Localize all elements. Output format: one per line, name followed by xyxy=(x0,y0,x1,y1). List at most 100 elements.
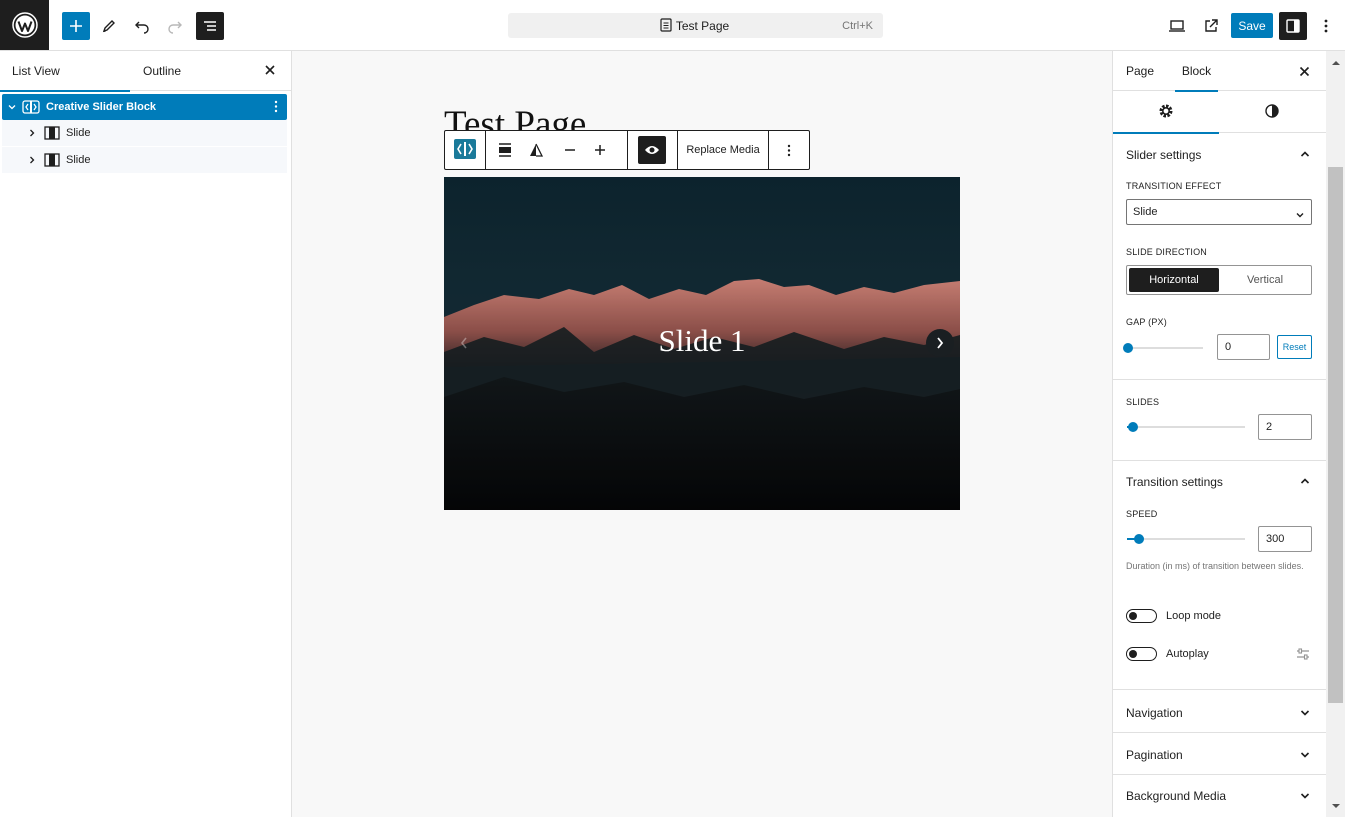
device-preview-icon[interactable] xyxy=(1163,12,1191,40)
chevron-down-icon[interactable] xyxy=(1297,788,1313,804)
options-menu-icon[interactable] xyxy=(1312,12,1340,40)
slide-block-icon xyxy=(44,153,60,170)
close-icon[interactable] xyxy=(264,64,276,79)
scrollbar-thumb[interactable] xyxy=(1328,167,1343,703)
loop-mode-label: Loop mode xyxy=(1166,610,1222,622)
chevron-right-icon[interactable] xyxy=(28,155,36,167)
transition-effect-label: TRANSITION EFFECT xyxy=(1126,181,1222,191)
list-item-slide[interactable]: Slide xyxy=(2,147,287,173)
scroll-down-arrow-icon[interactable] xyxy=(1326,797,1345,814)
transition-effect-select[interactable]: Slide xyxy=(1126,199,1312,225)
chevron-down-icon xyxy=(1296,209,1304,221)
save-button[interactable]: Save xyxy=(1231,13,1273,38)
close-icon[interactable] xyxy=(1299,65,1310,80)
list-item-label: Slide xyxy=(66,127,91,139)
slider-next-arrow-icon[interactable] xyxy=(926,329,954,357)
settings-sidebar: Page Block Slider settings TRANSITION EF… xyxy=(1112,51,1326,817)
block-type-switcher[interactable] xyxy=(445,131,485,169)
transition-settings-heading[interactable]: Transition settings xyxy=(1126,475,1223,489)
tab-page[interactable]: Page xyxy=(1126,51,1154,91)
more-options-icon[interactable] xyxy=(769,131,809,169)
redo-icon[interactable] xyxy=(161,12,189,40)
toggle-knob xyxy=(1129,650,1137,658)
slider-settings-heading[interactable]: Slider settings xyxy=(1126,148,1201,162)
tab-block[interactable]: Block xyxy=(1175,51,1218,92)
chevron-down-icon[interactable] xyxy=(1297,747,1313,763)
speed-range-thumb[interactable] xyxy=(1134,534,1144,544)
remove-slide-icon[interactable] xyxy=(557,131,583,169)
tab-outline[interactable]: Outline xyxy=(130,51,250,91)
autoplay-toggle[interactable] xyxy=(1126,647,1157,661)
gear-icon xyxy=(1158,103,1174,122)
tab-list-view[interactable]: List View xyxy=(0,51,130,92)
eye-icon xyxy=(638,136,666,164)
view-page-external-icon[interactable] xyxy=(1197,12,1225,40)
speed-number-input[interactable]: 300 xyxy=(1258,526,1312,552)
slider-block-icon xyxy=(453,138,477,163)
block-options-icon[interactable] xyxy=(274,100,278,116)
chevron-down-icon[interactable] xyxy=(8,102,16,114)
preview-eye-icon[interactable] xyxy=(638,131,666,169)
autoplay-label: Autoplay xyxy=(1166,648,1209,660)
document-overview-icon[interactable] xyxy=(196,12,224,40)
settings-sidebar-toggle-icon[interactable] xyxy=(1279,12,1307,40)
slides-range-track[interactable] xyxy=(1127,426,1245,428)
slide-direction-label: SLIDE DIRECTION xyxy=(1126,247,1208,257)
direction-horizontal-option[interactable]: Horizontal xyxy=(1129,268,1219,292)
slides-label: SLIDES xyxy=(1126,397,1160,407)
list-item-slide[interactable]: Slide xyxy=(2,120,287,146)
tools-pencil-icon[interactable] xyxy=(95,12,123,40)
slides-range-thumb[interactable] xyxy=(1128,422,1138,432)
tab-page-label: Page xyxy=(1126,64,1155,78)
navigation-panel-heading[interactable]: Navigation xyxy=(1126,706,1183,720)
tab-block-label: Block xyxy=(1181,64,1212,78)
chevron-up-icon[interactable] xyxy=(1297,473,1313,489)
slides-number-input[interactable]: 2 xyxy=(1258,414,1312,440)
list-item-creative-slider-block[interactable]: Creative Slider Block xyxy=(2,94,287,120)
pagination-panel-heading[interactable]: Pagination xyxy=(1126,748,1183,762)
flip-icon[interactable] xyxy=(523,131,549,169)
list-item-label: Creative Slider Block xyxy=(46,101,157,113)
editor-canvas: Test Page Replace Media Slide 1 xyxy=(292,51,1112,817)
block-inspector-tabs xyxy=(1113,91,1326,134)
gap-range-thumb[interactable] xyxy=(1123,343,1133,353)
background-media-panel-heading[interactable]: Background Media xyxy=(1126,789,1226,803)
chevron-up-icon[interactable] xyxy=(1297,146,1313,162)
align-icon[interactable] xyxy=(493,131,517,169)
tab-list-view-label: List View xyxy=(12,64,60,78)
direction-vertical-option[interactable]: Vertical xyxy=(1221,268,1309,292)
transition-effect-value: Slide xyxy=(1133,206,1158,218)
document-title: Test Page xyxy=(675,18,730,33)
gap-range-track[interactable] xyxy=(1127,347,1203,349)
undo-icon[interactable] xyxy=(128,12,156,40)
slide-caption[interactable]: Slide 1 xyxy=(444,323,960,359)
add-block-button[interactable] xyxy=(62,12,90,40)
gap-reset-button[interactable]: Reset xyxy=(1277,335,1312,359)
wordpress-logo-icon[interactable] xyxy=(0,0,49,50)
slide-block-icon xyxy=(44,126,60,143)
list-item-label: Slide xyxy=(66,154,91,166)
contrast-icon xyxy=(1264,103,1280,122)
gap-number-input[interactable]: 0 xyxy=(1217,334,1270,360)
autoplay-options-icon[interactable] xyxy=(1296,648,1310,663)
editor-top-bar: Test Page Ctrl+K Save xyxy=(0,0,1345,51)
tab-outline-label: Outline xyxy=(143,64,182,78)
slider-block-icon xyxy=(22,99,40,118)
gap-label: GAP (PX) xyxy=(1126,317,1167,327)
speed-help-text: Duration (in ms) of transition between s… xyxy=(1126,561,1304,571)
speed-range-track[interactable] xyxy=(1127,538,1245,540)
toggle-knob xyxy=(1129,612,1137,620)
list-view-tabs: List View Outline xyxy=(0,51,291,92)
settings-tab[interactable] xyxy=(1113,91,1219,134)
add-slide-icon[interactable] xyxy=(587,131,613,169)
loop-mode-toggle[interactable] xyxy=(1126,609,1157,623)
chevron-down-icon[interactable] xyxy=(1297,705,1313,721)
speed-label: SPEED xyxy=(1126,509,1158,519)
document-title-bar[interactable]: Test Page Ctrl+K xyxy=(508,13,883,38)
slider-preview[interactable]: Slide 1 xyxy=(444,177,960,510)
replace-media-button[interactable]: Replace Media xyxy=(678,131,768,169)
scroll-up-arrow-icon[interactable] xyxy=(1326,54,1345,71)
chevron-right-icon[interactable] xyxy=(28,128,36,140)
styles-tab[interactable] xyxy=(1219,91,1325,133)
sidebar-scrollbar[interactable] xyxy=(1326,51,1345,817)
